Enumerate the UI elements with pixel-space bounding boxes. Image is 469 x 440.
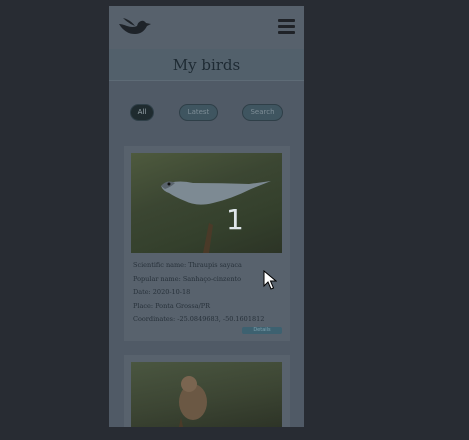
sighting-coordinates: Coordinates: -25.0849683, -50.1601812 [133, 315, 265, 323]
filter-search-chip[interactable]: Search [242, 104, 283, 121]
bird-card[interactable]: Scientific name: Thraupis sayaca Popular… [124, 146, 290, 341]
popular-name: Popular name: Sanhaço-cinzento [133, 274, 242, 283]
scientific-name: Scientific name: Thraupis sayaca [133, 261, 242, 269]
phone-screen: My birds All Latest Search Scientific na… [109, 6, 304, 427]
hamburger-menu-icon[interactable] [278, 19, 295, 34]
sighting-place: Place: Ponta Grossa/PR [133, 301, 211, 310]
filter-chips: All Latest Search [109, 104, 304, 122]
title-bar: My birds [109, 49, 304, 81]
page-title: My birds [172, 56, 241, 74]
filter-latest-chip[interactable]: Latest [179, 104, 218, 121]
sighting-date: Date: 2020-10-18 [133, 288, 191, 296]
bird-card[interactable] [124, 355, 290, 427]
bird-logo-icon[interactable] [117, 14, 151, 40]
bird-details: Scientific name: Thraupis sayaca Popular… [133, 259, 283, 327]
bird-photo [131, 153, 282, 253]
top-bar [109, 6, 304, 49]
mouse-cursor-icon [263, 270, 277, 290]
filter-all-chip[interactable]: All [130, 104, 154, 121]
step-number-overlay: 1 [226, 203, 244, 236]
details-button[interactable]: Details [242, 327, 282, 334]
bird-photo [131, 362, 282, 427]
